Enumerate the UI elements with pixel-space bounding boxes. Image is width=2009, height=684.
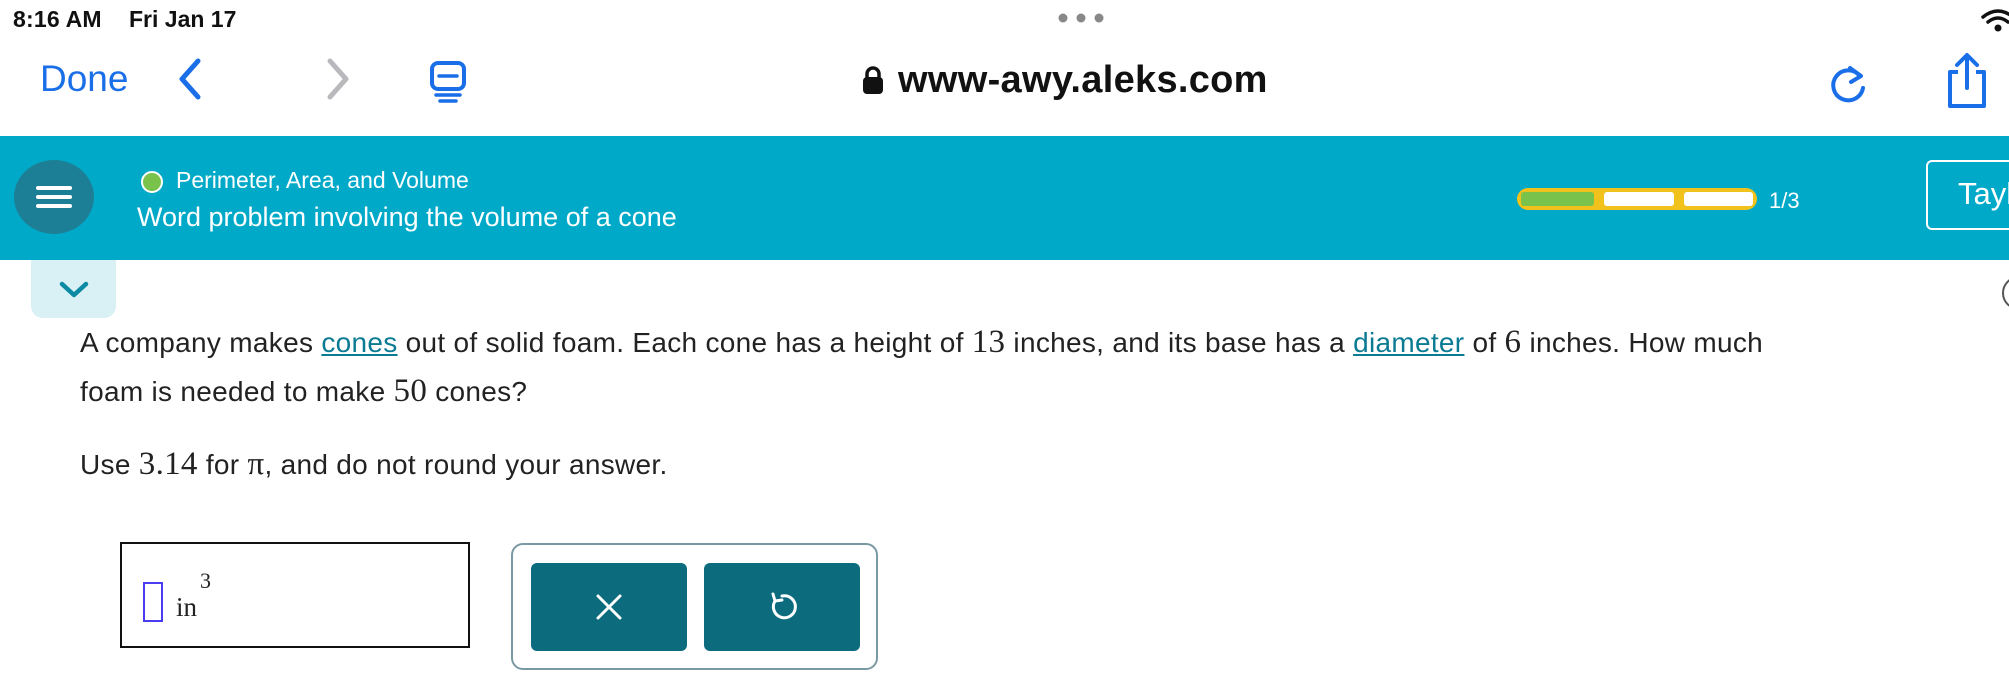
- status-time: 8:16 AM: [13, 6, 102, 32]
- user-button-label: Tayl: [1958, 176, 2009, 211]
- lock-icon: [863, 66, 883, 94]
- cones-link[interactable]: cones: [321, 327, 397, 358]
- question-text: A company makes cones out of solid foam.…: [80, 318, 1980, 416]
- chevron-down-icon: [59, 281, 89, 298]
- topic-header: Perimeter, Area, and Volume Word problem…: [0, 136, 2009, 260]
- answer-entry-field[interactable]: [143, 582, 163, 622]
- browser-toolbar: Done www-awy.aleks.com: [0, 38, 2009, 136]
- back-chevron-icon[interactable]: [170, 55, 210, 103]
- answer-input[interactable]: in 3: [120, 542, 470, 648]
- topic-subtitle: Word problem involving the volume of a c…: [137, 202, 677, 232]
- close-icon: [596, 594, 622, 620]
- wifi-icon: [1981, 9, 2009, 32]
- status-bar: 8:16 AM Fri Jan 17: [0, 0, 2009, 38]
- status-date: Fri Jan 17: [129, 6, 237, 32]
- url-text: www-awy.aleks.com: [898, 58, 1268, 101]
- topic-title: Perimeter, Area, and Volume: [176, 167, 469, 193]
- info-icon[interactable]: [2002, 276, 2009, 310]
- progress-segment-complete: [1521, 192, 1595, 206]
- collapse-toggle[interactable]: [31, 260, 116, 318]
- progress-label: 1/3: [1769, 188, 1800, 213]
- share-icon[interactable]: [1942, 52, 1992, 110]
- question-line-2: foam is needed to make 50 cones?: [80, 373, 528, 409]
- done-button[interactable]: Done: [40, 58, 128, 100]
- clear-button[interactable]: [531, 563, 687, 651]
- pi-symbol: π: [247, 446, 265, 482]
- topic-status-dot: [141, 171, 163, 193]
- pi-value: 3.14: [138, 446, 198, 482]
- diameter-link[interactable]: diameter: [1353, 327, 1464, 358]
- cone-count: 50: [393, 373, 428, 409]
- diameter-value: 6: [1504, 324, 1522, 360]
- progress-segment: [1683, 192, 1753, 206]
- answer-tools: [511, 543, 878, 670]
- height-value: 13: [971, 324, 1006, 360]
- undo-button[interactable]: [704, 563, 860, 651]
- unit-exponent: 3: [200, 568, 211, 593]
- reader-icon[interactable]: [426, 60, 470, 104]
- answer-unit: in 3: [176, 568, 211, 622]
- progress-segment: [1604, 192, 1674, 206]
- reload-icon[interactable]: [1826, 62, 1870, 106]
- question-line-1: A company makes cones out of solid foam.…: [80, 324, 1763, 360]
- address-bar[interactable]: www-awy.aleks.com: [862, 55, 1268, 105]
- undo-icon: [771, 592, 797, 620]
- instruction-text: Use 3.14 for π, and do not round your an…: [80, 446, 668, 482]
- more-dots-icon[interactable]: [1057, 9, 1105, 27]
- menu-button[interactable]: [14, 160, 94, 234]
- progress-bar: [1517, 188, 1757, 210]
- user-button[interactable]: Tayl: [1926, 160, 2009, 230]
- hamburger-icon: [36, 186, 72, 190]
- forward-chevron-icon[interactable]: [318, 55, 358, 103]
